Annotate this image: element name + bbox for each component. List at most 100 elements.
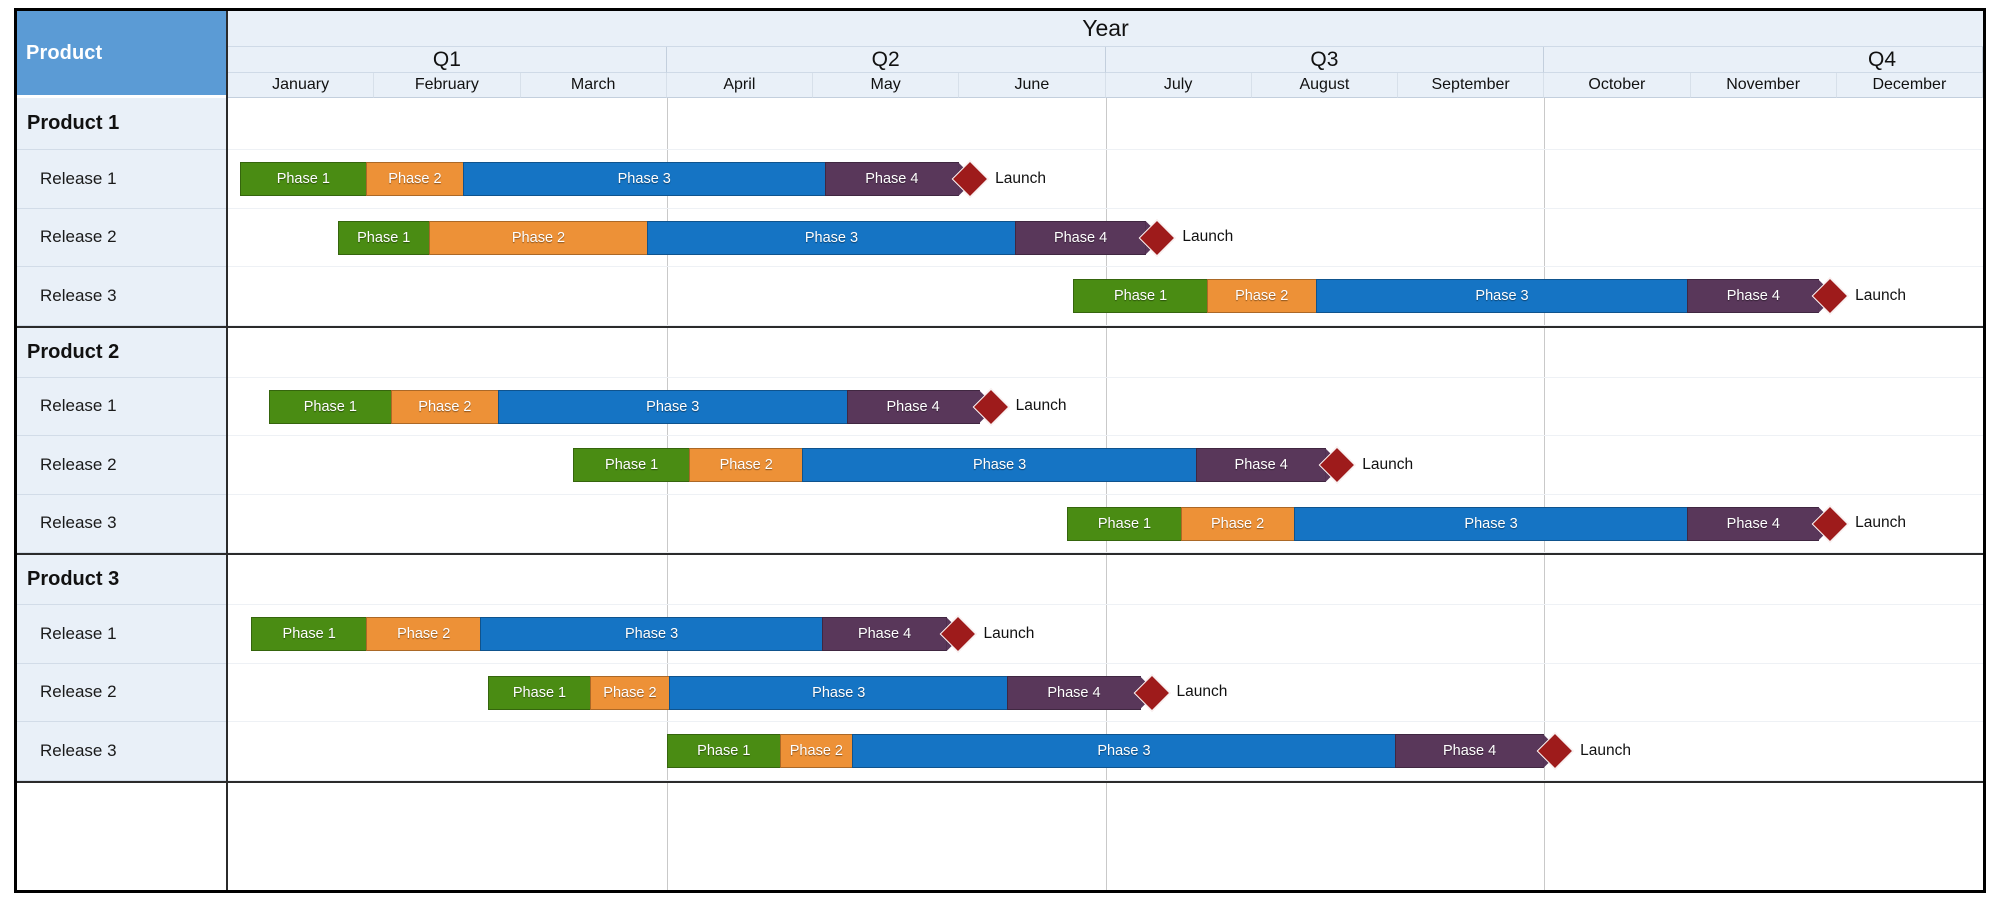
month-header-june: June xyxy=(959,73,1106,98)
gantt-bar-phase2[interactable]: Phase 2 xyxy=(1206,279,1317,314)
gantt-bar-group[interactable]: Phase 1 Phase 2 Phase 3 Phase 4 xyxy=(666,734,1561,769)
bar-notch xyxy=(1802,507,1819,540)
gantt-bar-phase4[interactable]: Phase 4 xyxy=(1196,448,1327,483)
gantt-bar-phase4[interactable]: Phase 4 xyxy=(1394,734,1545,769)
gantt-bar-phase4[interactable]: Phase 4 xyxy=(846,389,980,424)
gantt-bar-phase4[interactable]: Phase 4 xyxy=(1687,506,1820,541)
bar-notch xyxy=(1129,221,1146,254)
gantt-bar-phase1[interactable]: Phase 1 xyxy=(251,617,367,652)
bar-notch xyxy=(1309,449,1326,482)
gantt-bar-phase1[interactable]: Phase 1 xyxy=(239,162,367,197)
gantt-bar-phase3[interactable]: Phase 3 xyxy=(462,162,826,197)
year-header-label: Year xyxy=(1082,15,1129,41)
gantt-bar-label: Phase 4 xyxy=(1726,288,1780,305)
gantt-bar-phase1[interactable]: Phase 1 xyxy=(337,220,430,255)
product-group-row xyxy=(228,553,1983,605)
gantt-bar-group[interactable]: Phase 1 Phase 2 Phase 3 Phase 4 xyxy=(1067,506,1836,541)
release-label-text: Release 1 xyxy=(40,168,117,188)
quarter-header-q1: Q1 xyxy=(228,47,667,73)
month-header-august: August xyxy=(1251,73,1398,98)
month-header-april: April xyxy=(666,73,813,98)
release-label-3-2[interactable]: Release 2 xyxy=(17,663,226,722)
gantt-bar-phase4[interactable]: Phase 4 xyxy=(1014,220,1147,255)
gantt-bar-phase4[interactable]: Phase 4 xyxy=(1687,279,1820,314)
gantt-bar-group[interactable]: Phase 1 Phase 2 Phase 3 Phase 4 xyxy=(488,675,1157,710)
release-label-text: Release 1 xyxy=(40,396,117,416)
gantt-chart-page: Product Product 1 Release 1 Release 2 Relea… xyxy=(0,0,2000,905)
gantt-bar-label: Phase 3 xyxy=(804,229,859,246)
release-label-1-2[interactable]: Release 2 xyxy=(17,208,226,267)
bar-arrow-tip xyxy=(1145,220,1163,255)
release-label-1-3[interactable]: Release 3 xyxy=(17,267,226,326)
gantt-bar-label: Phase 1 xyxy=(512,684,567,701)
release-label-1-1[interactable]: Release 1 xyxy=(17,150,226,209)
month-header-label: February xyxy=(414,76,479,93)
month-header-november: November xyxy=(1690,73,1837,98)
gantt-bar-group[interactable]: Phase 1 Phase 2 Phase 3 Phase 4 xyxy=(239,162,976,197)
bar-notch xyxy=(962,390,979,423)
month-header-label: June xyxy=(1014,76,1050,93)
gantt-bar-phase4[interactable]: Phase 4 xyxy=(1007,675,1141,710)
gantt-bar-phase3[interactable]: Phase 3 xyxy=(647,220,1016,255)
gantt-bar-label: Phase 4 xyxy=(865,171,919,188)
gantt-bar-phase2[interactable]: Phase 2 xyxy=(365,162,464,197)
release-label-2-1[interactable]: Release 1 xyxy=(17,377,226,436)
gantt-bar-group[interactable]: Phase 1 Phase 2 Phase 3 Phase 4 xyxy=(573,448,1343,483)
gantt-bar-phase4[interactable]: Phase 4 xyxy=(824,162,960,197)
product-label-1[interactable]: Product 1 xyxy=(17,98,226,150)
bar-arrow-tip xyxy=(1818,506,1836,541)
gantt-bar-group[interactable]: Phase 1 Phase 2 Phase 3 Phase 4 xyxy=(337,220,1163,255)
gantt-bar-phase1[interactable]: Phase 1 xyxy=(1073,279,1208,314)
bar-notch xyxy=(1123,676,1140,709)
gantt-bar-group[interactable]: Phase 1 Phase 2 Phase 3 Phase 4 xyxy=(1073,279,1836,314)
gantt-bar-phase2[interactable]: Phase 2 xyxy=(1180,506,1295,541)
product-label-text: Product 2 xyxy=(27,340,120,363)
gantt-bar-label: Phase 4 xyxy=(1234,457,1288,474)
milestone-label: Launch xyxy=(1362,455,1414,473)
timeline-grid: Year Q1 Q2 Q3 Q4 January February March April M… xyxy=(228,11,1983,890)
gantt-bar-phase1[interactable]: Phase 1 xyxy=(268,389,392,424)
gantt-bar-label: Phase 4 xyxy=(857,626,912,643)
gantt-bar-phase1[interactable]: Phase 1 xyxy=(1067,506,1182,541)
gantt-bar-phase1[interactable]: Phase 1 xyxy=(666,734,781,769)
milestone-label: Launch xyxy=(1855,514,1906,532)
gantt-bar-phase3[interactable]: Phase 3 xyxy=(851,734,1396,769)
gantt-bar-label: Phase 1 xyxy=(276,171,330,188)
milestone-label: Launch xyxy=(1015,397,1067,415)
gantt-bar-phase1[interactable]: Phase 1 xyxy=(573,448,691,483)
trailing-blank-label-cell xyxy=(17,780,226,890)
product-label-3[interactable]: Product 3 xyxy=(17,553,226,605)
bar-arrow-tip xyxy=(1818,279,1836,314)
month-header-label: April xyxy=(723,76,756,93)
gantt-bar-phase2[interactable]: Phase 2 xyxy=(689,448,804,483)
gantt-bar-label: Phase 4 xyxy=(1442,743,1497,760)
gantt-bar-phase3[interactable]: Phase 3 xyxy=(669,675,1009,710)
gantt-bar-phase4[interactable]: Phase 4 xyxy=(821,617,948,652)
gantt-bar-phase2[interactable]: Phase 2 xyxy=(365,617,482,652)
product-label-2[interactable]: Product 2 xyxy=(17,325,226,378)
gantt-bar-phase3[interactable]: Phase 3 xyxy=(480,617,823,652)
gantt-bar-phase3[interactable]: Phase 3 xyxy=(1315,279,1689,314)
gantt-bar-phase3[interactable]: Phase 3 xyxy=(802,448,1198,483)
release-label-3-1[interactable]: Release 1 xyxy=(17,605,226,664)
gantt-bar-label: Phase 3 xyxy=(973,457,1027,474)
gantt-bar-phase2[interactable]: Phase 2 xyxy=(428,220,649,255)
gantt-bar-group[interactable]: Phase 1 Phase 2 Phase 3 Phase 4 xyxy=(251,617,964,652)
gantt-bar-phase1[interactable]: Phase 1 xyxy=(488,675,591,710)
gantt-bar-label: Phase 2 xyxy=(789,743,843,760)
bar-notch xyxy=(1527,735,1544,768)
release-label-2-3[interactable]: Release 3 xyxy=(17,494,226,553)
release-label-2-2[interactable]: Release 2 xyxy=(17,436,226,495)
milestone-label: Launch xyxy=(1176,683,1228,701)
bar-arrow-tip xyxy=(946,617,964,652)
gantt-bar-phase2[interactable]: Phase 2 xyxy=(390,389,499,424)
release-label-text: Release 1 xyxy=(40,623,117,643)
gantt-bar-phase2[interactable]: Phase 2 xyxy=(589,675,671,710)
gantt-bar-phase3[interactable]: Phase 3 xyxy=(498,389,848,424)
gantt-bar-phase3[interactable]: Phase 3 xyxy=(1293,506,1689,541)
gantt-bar-group[interactable]: Phase 1 Phase 2 Phase 3 Phase 4 xyxy=(268,389,996,424)
month-header-january: January xyxy=(228,73,375,98)
gantt-bar-label: Phase 1 xyxy=(282,626,336,643)
release-label-3-3[interactable]: Release 3 xyxy=(17,722,226,781)
gantt-bar-phase2[interactable]: Phase 2 xyxy=(779,734,853,769)
